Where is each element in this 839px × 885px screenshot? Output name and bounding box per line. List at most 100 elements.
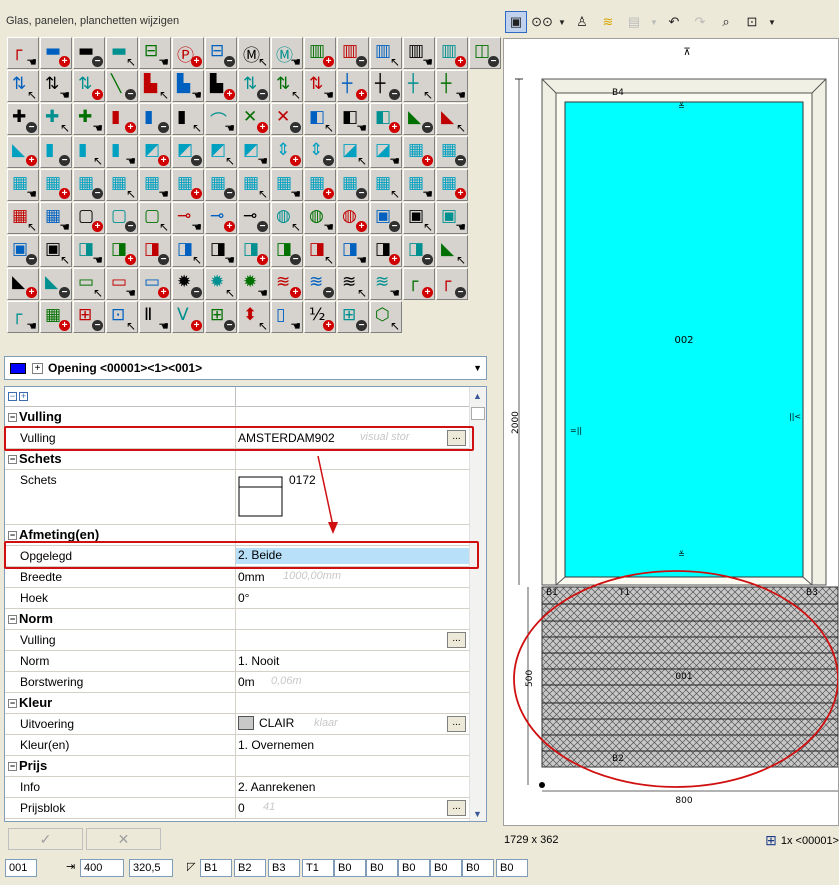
height-field[interactable]: 320,5	[129, 859, 173, 877]
section-vulling[interactable]: − Vulling	[5, 407, 470, 428]
tool-button[interactable]: ▙ +	[205, 70, 237, 102]
field-b0-2[interactable]: B0	[366, 859, 398, 877]
frame-view-icon[interactable]: ▣	[505, 11, 527, 33]
row-kleuren[interactable]: Kleur(en) 1. Overnemen	[5, 735, 470, 756]
tool-button[interactable]: ▦ −	[205, 169, 237, 201]
tool-button[interactable]: ◧ ↖	[304, 103, 336, 135]
tool-button[interactable]: Ⓜ ↖	[238, 37, 270, 69]
tool-button[interactable]: Ⅴ +	[172, 301, 204, 333]
tool-button[interactable]: ▦ ↖	[7, 202, 39, 234]
scroll-thumb[interactable]	[471, 407, 485, 420]
tool-button[interactable]: ▣ −	[7, 235, 39, 267]
tool-button[interactable]: ⇅ ☚	[304, 70, 336, 102]
tool-button[interactable]: ▭ ☚	[106, 268, 138, 300]
tool-button[interactable]: ⊸ ☚	[172, 202, 204, 234]
tool-button[interactable]: ◍ +	[337, 202, 369, 234]
tool-button[interactable]: ≋ −	[304, 268, 336, 300]
tool-button[interactable]: ▦ +	[436, 169, 468, 201]
field-b0-6[interactable]: B0	[496, 859, 528, 877]
tool-button[interactable]: ½ +	[304, 301, 336, 333]
field-b1[interactable]: B1	[200, 859, 232, 877]
tool-button[interactable]: ▦ +	[403, 136, 435, 168]
drawing-canvas[interactable]: ⊼ B4 002 ≚ ≚ =|| ||< 2000 B1 T1 B3 001 B…	[503, 38, 839, 826]
tool-button[interactable]: ▥ ↖	[370, 37, 402, 69]
section-schets[interactable]: − Schets	[5, 449, 470, 470]
tool-button[interactable]: ╲ −	[106, 70, 138, 102]
collapse-all-icon[interactable]: −	[8, 392, 17, 401]
tool-button[interactable]: ▢ ↖	[139, 202, 171, 234]
tool-button[interactable]: ◨ +	[370, 235, 402, 267]
tool-button[interactable]: ◍ ↖	[271, 202, 303, 234]
tool-button[interactable]: ◣ +	[7, 136, 39, 168]
field-t1[interactable]: T1	[302, 859, 334, 877]
tool-button[interactable]: ◨ +	[238, 235, 270, 267]
row-borstwering[interactable]: Borstwering 0m 0,06m	[5, 672, 470, 693]
tool-button[interactable]: ⌒ ☚	[205, 103, 237, 135]
expand-icon[interactable]: +	[32, 362, 43, 374]
tool-button[interactable]: ◨ ☚	[205, 235, 237, 267]
tool-button[interactable]: ✹ ↖	[205, 268, 237, 300]
tool-button[interactable]: ◩ +	[139, 136, 171, 168]
prijsblok-value[interactable]: 0	[238, 801, 245, 815]
field-b0-3[interactable]: B0	[398, 859, 430, 877]
chevron-down-icon[interactable]: ▼	[473, 363, 482, 373]
tool-button[interactable]: ✹ −	[172, 268, 204, 300]
browse-button[interactable]: ...	[447, 716, 466, 732]
tool-button[interactable]: ▦ ☚	[139, 169, 171, 201]
tool-button[interactable]: ⊡ ↖	[106, 301, 138, 333]
tool-button[interactable]: ◧ ☚	[337, 103, 369, 135]
collapse-icon[interactable]: −	[8, 762, 17, 771]
tool-button[interactable]: ▥ ☚	[403, 37, 435, 69]
tool-button[interactable]: ▙ ☚	[172, 70, 204, 102]
tool-button[interactable]: Ⓟ +	[172, 37, 204, 69]
tool-button[interactable]: ◨ ↖	[304, 235, 336, 267]
tool-button[interactable]: ⇅ −	[238, 70, 270, 102]
tool-button[interactable]: ⊞ −	[337, 301, 369, 333]
tool-button[interactable]: ▬ +	[40, 37, 72, 69]
borstwering-value[interactable]: 0m	[238, 675, 255, 689]
tool-button[interactable]: ⊸ −	[238, 202, 270, 234]
tool-button[interactable]: ▮ +	[106, 103, 138, 135]
browse-button[interactable]: ...	[447, 800, 466, 816]
tool-button[interactable]: Ⓜ ☚	[271, 37, 303, 69]
row-schets[interactable]: Schets 0172	[5, 470, 470, 525]
tool-button[interactable]: ≋ ↖	[337, 268, 369, 300]
tool-button[interactable]: ▢ +	[73, 202, 105, 234]
tool-button[interactable]: ▬ −	[73, 37, 105, 69]
row-norm-vulling[interactable]: Vulling...	[5, 630, 470, 651]
tool-button[interactable]: ◨ −	[271, 235, 303, 267]
tool-button[interactable]: ▣ −	[370, 202, 402, 234]
tool-button[interactable]: ┌ ☚	[7, 301, 39, 333]
browse-button[interactable]: ...	[447, 632, 466, 648]
tool-button[interactable]: ⊞ −	[205, 301, 237, 333]
tool-button[interactable]: ┌ +	[403, 268, 435, 300]
collapse-icon[interactable]: −	[8, 699, 17, 708]
zoom-window-icon[interactable]: ⊡	[741, 11, 763, 33]
tool-button[interactable]: ⊟ −	[205, 37, 237, 69]
tool-button[interactable]: ▦ +	[40, 169, 72, 201]
tool-button[interactable]: ≋ +	[271, 268, 303, 300]
row-hoek[interactable]: Hoek 0°	[5, 588, 470, 609]
tool-button[interactable]: ▥ +	[304, 37, 336, 69]
tool-button[interactable]: ▙ ↖	[139, 70, 171, 102]
tool-button[interactable]: ▦ −	[436, 136, 468, 168]
tool-button[interactable]: ▢ −	[106, 202, 138, 234]
ok-button[interactable]: ✓	[8, 828, 83, 850]
tool-button[interactable]: ▯ ☚	[271, 301, 303, 333]
tool-button[interactable]: ⊸ +	[205, 202, 237, 234]
person-icon[interactable]: ♙	[571, 11, 593, 33]
row-uitvoering[interactable]: Uitvoering CLAIR klaar...	[5, 714, 470, 735]
tool-button[interactable]: ▦ ☚	[7, 169, 39, 201]
norm-value[interactable]: 1. Nooit	[238, 654, 279, 668]
tool-button[interactable]: ▦ −	[337, 169, 369, 201]
field-b0-4[interactable]: B0	[430, 859, 462, 877]
scroll-up-icon[interactable]: ▲	[473, 391, 482, 401]
selection-dropdown[interactable]: + Opening <00001><1><001> ▼	[4, 356, 487, 380]
scroll-down-icon[interactable]: ▼	[473, 809, 482, 819]
section-norm[interactable]: − Norm	[5, 609, 470, 630]
tool-button[interactable]: ▮ ↖	[73, 136, 105, 168]
tool-button[interactable]: ◣ ↖	[436, 103, 468, 135]
undo-icon[interactable]: ↶	[663, 11, 685, 33]
layers-icon[interactable]: ≋	[597, 11, 619, 33]
tool-button[interactable]: ⇕ +	[271, 136, 303, 168]
